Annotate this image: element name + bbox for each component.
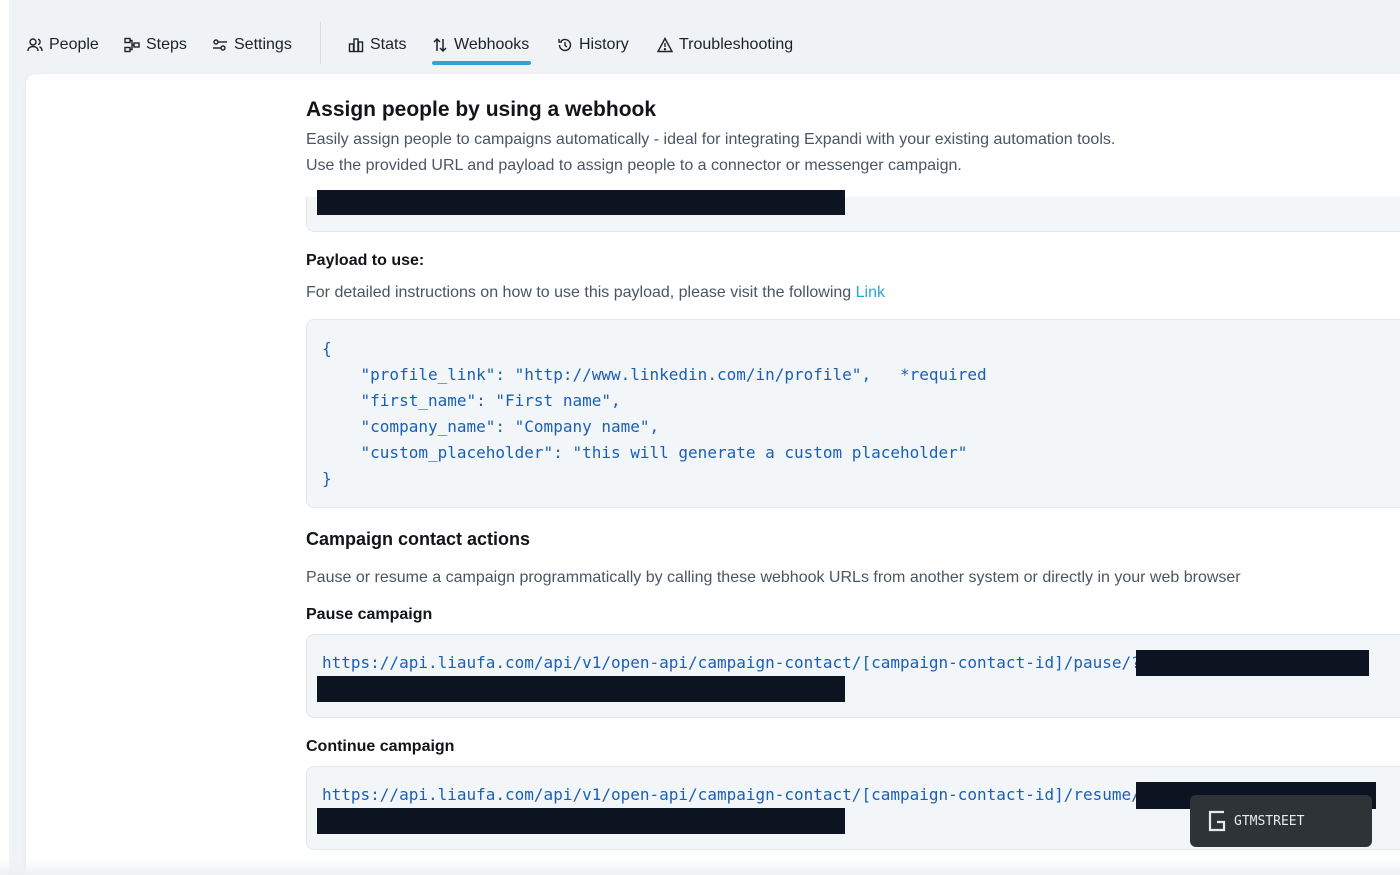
bottom-shade: [0, 858, 1400, 875]
redacted-pause-key: [1136, 650, 1369, 676]
contact-actions-title: Campaign contact actions: [306, 529, 531, 549]
tab-stats[interactable]: Stats: [348, 30, 406, 60]
redacted-webhook-url: [317, 190, 845, 215]
webhook-description-1: Easily assign people to campaigns automa…: [306, 131, 1116, 148]
tab-settings-label: Settings: [234, 36, 292, 53]
redacted-continue-key-line2: [317, 808, 845, 834]
active-tab-indicator: [432, 61, 531, 65]
steps-icon: [124, 37, 140, 53]
payload-code: { "profile_link": "http://www.linkedin.c…: [322, 339, 987, 488]
tab-people[interactable]: People: [27, 30, 99, 60]
tab-stats-label: Stats: [370, 36, 407, 53]
tab-steps[interactable]: Steps: [124, 30, 187, 60]
settings-icon: [213, 39, 227, 51]
continue-campaign-label: Continue campaign: [306, 738, 455, 755]
tab-people-label: People: [49, 36, 99, 53]
gtmstreet-watermark: GTMSTREET: [1190, 795, 1372, 847]
left-edge: [0, 0, 9, 875]
tab-webhooks[interactable]: Webhooks: [432, 30, 529, 60]
watermark-text: GTMSTREET: [1234, 813, 1305, 829]
gtmstreet-logo-icon: [1208, 810, 1226, 832]
tab-troubleshooting[interactable]: Troubleshooting: [657, 30, 793, 60]
payload-description: For detailed instructions on how to use …: [306, 284, 885, 302]
webhooks-icon: [433, 37, 447, 53]
tab-steps-label: Steps: [146, 36, 187, 53]
redacted-pause-key-line2: [317, 676, 845, 702]
tab-webhooks-label: Webhooks: [454, 36, 530, 53]
tab-divider: [320, 22, 321, 64]
tab-bar: People Steps Settings Stats Webhooks His…: [0, 0, 1400, 70]
tab-history[interactable]: History: [557, 30, 629, 60]
history-icon: [558, 38, 572, 52]
tab-settings[interactable]: Settings: [212, 30, 292, 60]
contact-actions-description: Pause or resume a campaign programmatica…: [306, 569, 1241, 586]
people-icon: [27, 38, 43, 52]
stats-icon: [348, 38, 364, 53]
continue-url[interactable]: https://api.liaufa.com/api/v1/open-api/c…: [322, 785, 1137, 804]
pause-url[interactable]: https://api.liaufa.com/api/v1/open-api/c…: [322, 653, 1137, 672]
payload-docs-link[interactable]: Link: [856, 284, 885, 301]
payload-description-text: For detailed instructions on how to use …: [306, 284, 852, 301]
pause-campaign-label: Pause campaign: [306, 606, 433, 623]
webhook-description-2: Use the provided URL and payload to assi…: [306, 157, 962, 174]
payload-label: Payload to use:: [306, 252, 425, 269]
tab-history-label: History: [579, 36, 629, 53]
tab-troubleshooting-label: Troubleshooting: [679, 36, 794, 53]
page-title: Assign people by using a webhook: [306, 98, 657, 121]
warning-icon: [657, 37, 673, 53]
